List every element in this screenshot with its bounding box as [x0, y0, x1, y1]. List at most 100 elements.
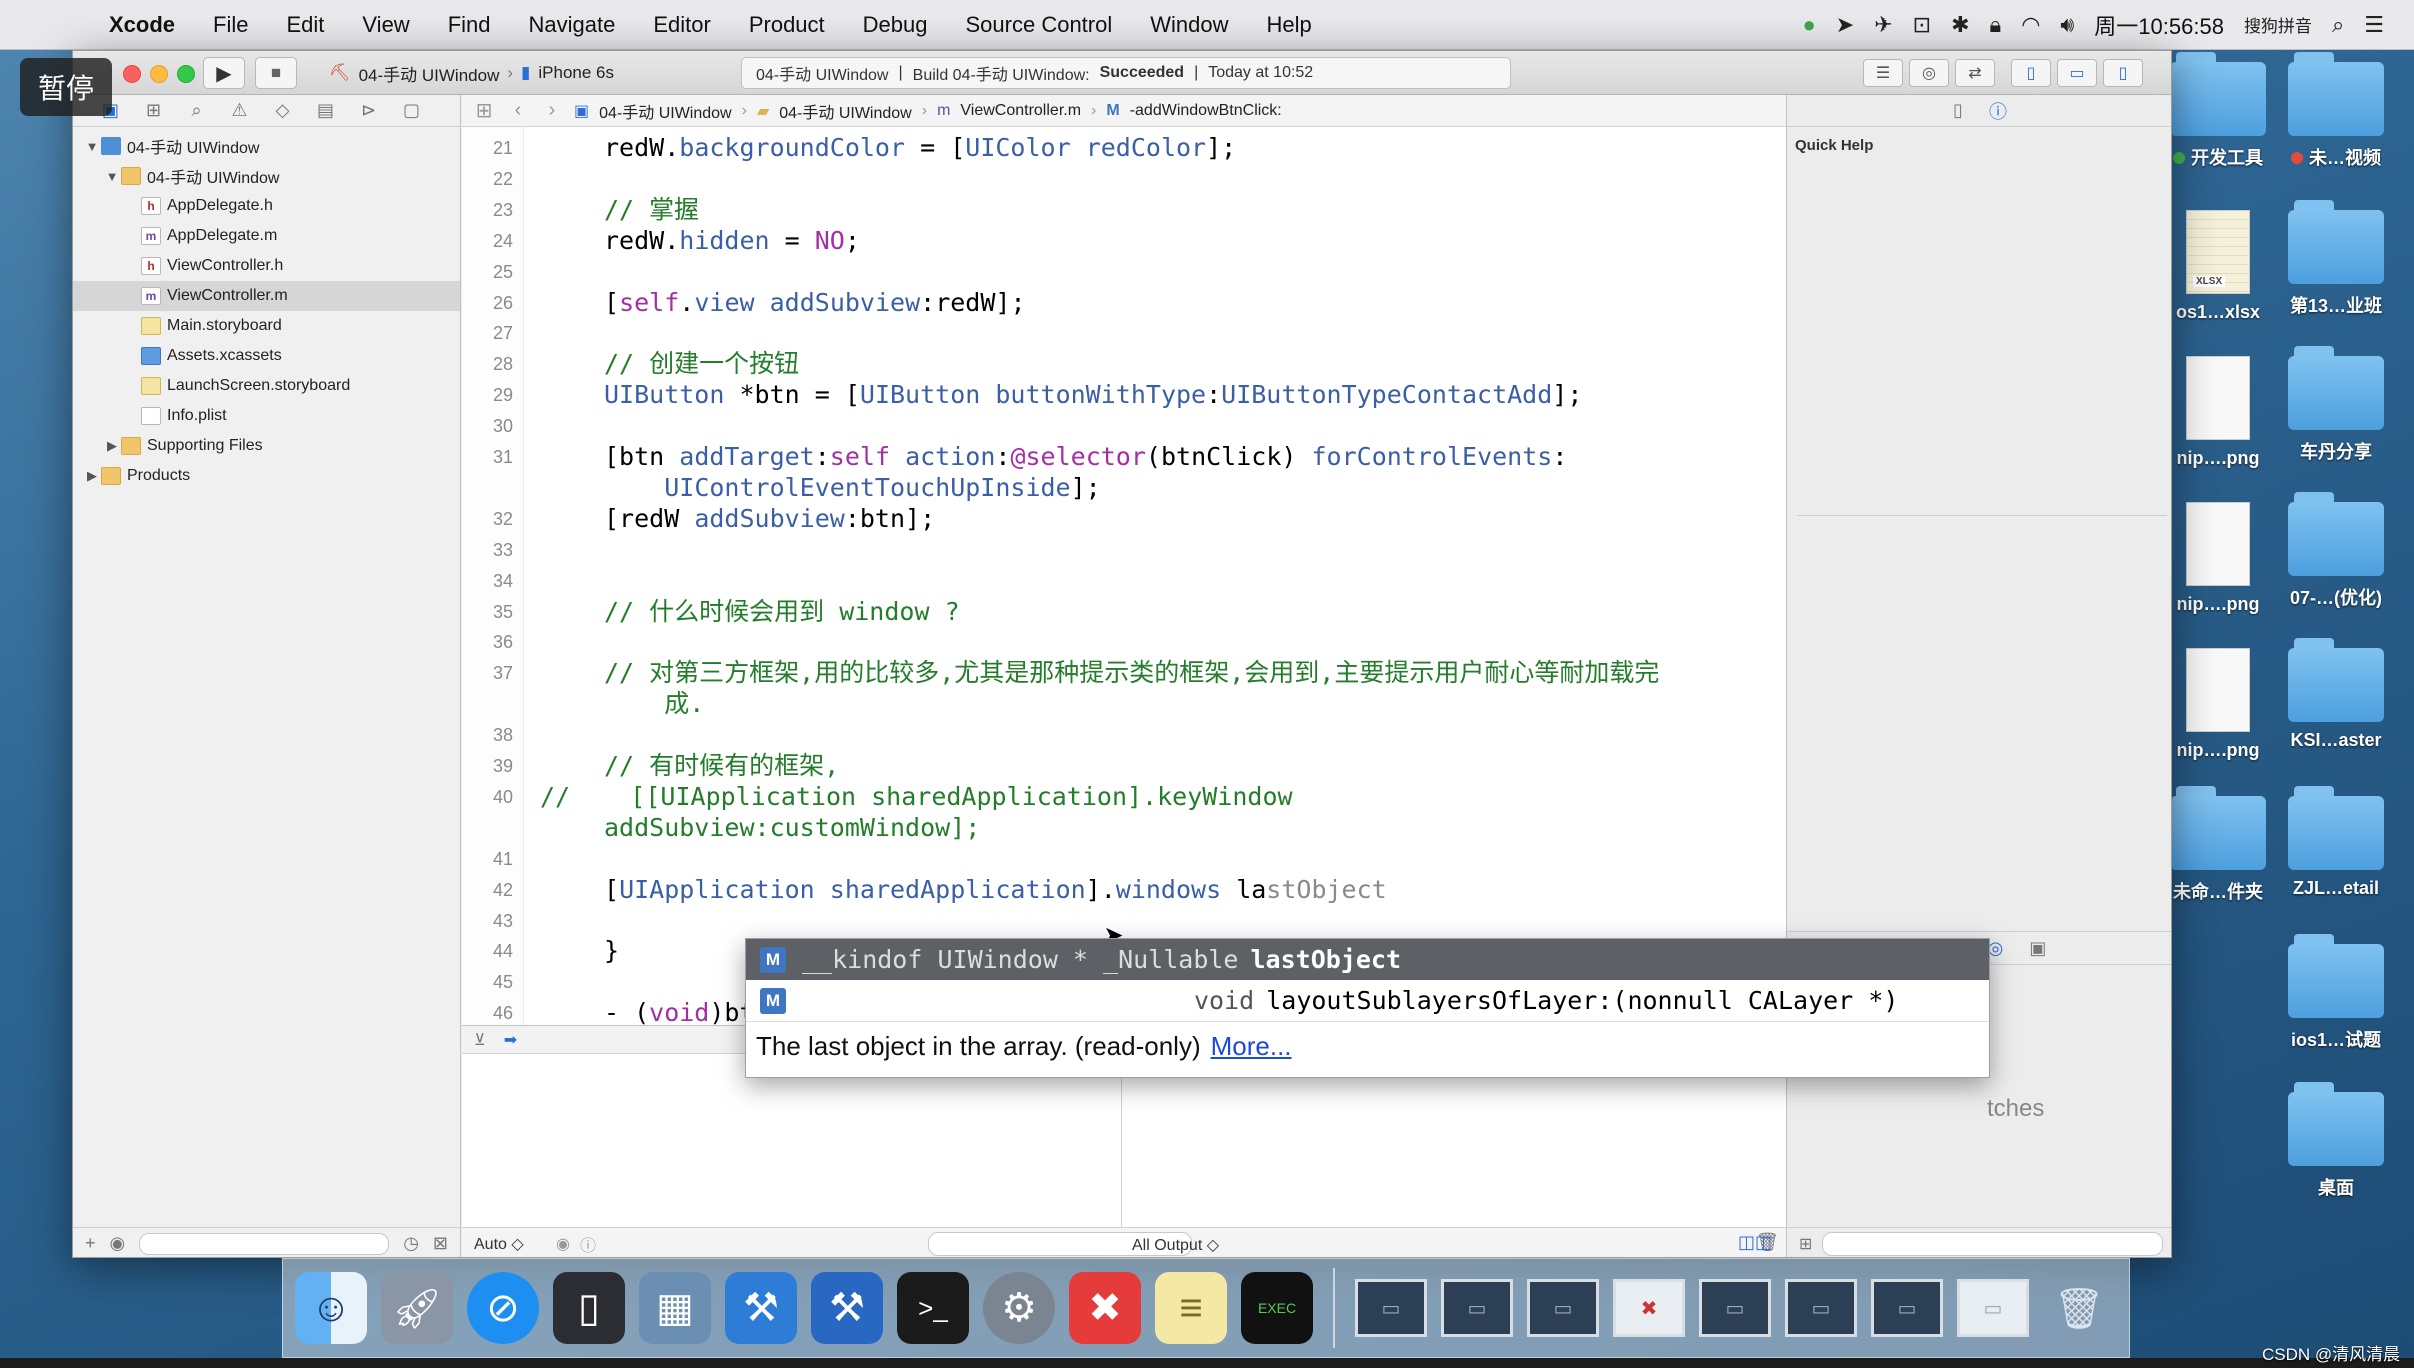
code-line[interactable]: 成.	[604, 689, 704, 719]
screen-record-icon[interactable]: ⊡	[1913, 12, 1931, 38]
menu-find[interactable]: Find	[429, 12, 510, 38]
autocomplete-item[interactable]: M __kindof UIWindow * _Nullable lastObje…	[746, 939, 1989, 980]
wifi-icon[interactable]: ◠	[2021, 12, 2040, 38]
breadcrumb-group[interactable]: 04-手动 UIWindow	[779, 99, 911, 123]
code-line[interactable]: redW.hidden = NO;	[604, 226, 860, 256]
lock-icon[interactable]: 🔒︎	[1990, 12, 2002, 38]
recent-files-icon[interactable]: ◷	[403, 1233, 419, 1254]
menu-clock[interactable]: 周一10:56:58	[2094, 9, 2224, 41]
version-editor-button[interactable]: ⇄	[1955, 59, 1995, 87]
standard-editor-button[interactable]: ☰	[1863, 59, 1903, 87]
notes-icon[interactable]: ≡	[1155, 1272, 1227, 1344]
file-tree-row[interactable]: m ViewController.m	[73, 281, 460, 311]
desktop-icon[interactable]: 桌面	[2276, 1082, 2396, 1200]
library-filter-input[interactable]	[1822, 1231, 2163, 1256]
navigator-filter-input[interactable]	[139, 1232, 390, 1255]
desktop-icon[interactable]: nip….png	[2158, 502, 2278, 615]
code-line[interactable]: addSubview:customWindow];	[604, 813, 980, 843]
finder-icon[interactable]: ☺	[295, 1272, 367, 1344]
code-line[interactable]: UIControlEventTouchUpInside];	[604, 473, 1101, 503]
info-icon[interactable]: ⓘ	[580, 1232, 596, 1256]
safari-icon[interactable]: ⊘	[467, 1272, 539, 1344]
minimized-window-icon[interactable]: ▭	[1699, 1279, 1771, 1337]
autocomplete-item[interactable]: M void layoutSublayersOfLayer:(nonnull C…	[746, 980, 1989, 1021]
desktop-icon[interactable]: 第13…业班	[2276, 200, 2396, 318]
eye-icon[interactable]: ◉	[556, 1234, 570, 1254]
file-tree-row[interactable]: ▶ Products	[73, 461, 460, 491]
code-line[interactable]: // 什么时候会用到 window ?	[604, 597, 960, 627]
zoom-window-button[interactable]	[177, 65, 195, 83]
breadcrumb-project[interactable]: 04-手动 UIWindow	[599, 99, 731, 123]
menu-product[interactable]: Product	[730, 12, 844, 38]
file-tree-row[interactable]: h AppDelegate.h	[73, 191, 460, 221]
scheme-selector[interactable]: ⛏ 04-手动 UIWindow › ▮ iPhone 6s	[329, 58, 614, 88]
launchpad-icon[interactable]: 🚀︎	[381, 1272, 453, 1344]
code-line[interactable]: redW.backgroundColor = [UIColor redColor…	[604, 133, 1236, 163]
airplane-icon[interactable]: ✈	[1874, 12, 1892, 38]
line-number-gutter[interactable]: 21 22 23 24 25 26 27 28 29 30 31 32 33 34 35 36 37 38 39 40…	[462, 127, 524, 1025]
code-line[interactable]: // 掌握	[604, 195, 699, 225]
file-tree-row[interactable]: Main.storyboard	[73, 311, 460, 341]
xcode-icon[interactable]: ⚒	[725, 1272, 797, 1344]
code-line[interactable]: [self.view addSubview:redW];	[604, 288, 1026, 318]
desktop-icon[interactable]: 车丹分享	[2276, 346, 2396, 464]
minimize-window-button[interactable]	[150, 65, 168, 83]
menu-edit[interactable]: Edit	[267, 12, 343, 38]
minimized-window-icon[interactable]: ▭	[1957, 1279, 2029, 1337]
minimized-window-icon[interactable]: ✖	[1613, 1279, 1685, 1337]
menu-view[interactable]: View	[343, 12, 428, 38]
file-tree-row[interactable]: ▶ Supporting Files	[73, 431, 460, 461]
quick-help-icon[interactable]: ⓘ	[1989, 98, 2007, 124]
menu-window[interactable]: Window	[1131, 12, 1247, 38]
code-line[interactable]: UIButton *btn = [UIButton buttonWithType…	[604, 380, 1582, 410]
breakpoints-toggle-icon[interactable]: ➡	[504, 1030, 517, 1050]
back-arrow-icon[interactable]: ‹	[506, 99, 530, 122]
instruments-icon[interactable]: ⚒	[811, 1272, 883, 1344]
minimized-window-icon[interactable]: ▭	[1871, 1279, 1943, 1337]
run-button[interactable]: ▶	[203, 57, 245, 89]
code-line[interactable]: // 创建一个按钮	[604, 349, 799, 379]
desktop-icon[interactable]: 未命…件夹	[2158, 786, 2278, 904]
toggle-navigator-button[interactable]: ▯	[2011, 59, 2051, 87]
more-link[interactable]: More...	[1211, 1031, 1292, 1062]
volume-icon[interactable]: 🔊︎	[2060, 12, 2074, 38]
file-tree-row[interactable]: ▼ 04-手动 UIWindow	[73, 131, 460, 161]
disclosure-open-icon[interactable]: ▼	[83, 139, 101, 154]
terminal-icon[interactable]: >_	[897, 1272, 969, 1344]
minimized-window-icon[interactable]: ▭	[1785, 1279, 1857, 1337]
variables-scope-select[interactable]: Auto ◇	[474, 1234, 544, 1254]
scm-filter-icon[interactable]: ⊠	[433, 1233, 448, 1254]
find-navigator-tab[interactable]: ⌕	[175, 96, 218, 126]
desktop-icon[interactable]: KSI…aster	[2276, 638, 2396, 751]
desktop-icon[interactable]: ZJL…etail	[2276, 786, 2396, 899]
notification-center-icon[interactable]: ☰	[2364, 12, 2384, 38]
file-inspector-icon[interactable]: ▯	[1953, 100, 1963, 121]
file-tree-row[interactable]: LaunchScreen.storyboard	[73, 371, 460, 401]
minimized-window-icon[interactable]: ▭	[1355, 1279, 1427, 1337]
debug-navigator-tab[interactable]: ▤	[304, 96, 347, 126]
xmind-icon[interactable]: ✖	[1069, 1272, 1141, 1344]
media-library-icon[interactable]: ▣	[2029, 938, 2046, 959]
hide-debug-area-icon[interactable]: ⊻	[474, 1030, 486, 1050]
system-preferences-icon[interactable]: ⚙	[983, 1272, 1055, 1344]
input-method-icon[interactable]: 搜狗拼音	[2244, 12, 2312, 37]
breadcrumb-file[interactable]: ViewController.m	[960, 102, 1081, 120]
breakpoint-navigator-tab[interactable]: ⊳	[347, 96, 390, 126]
file-tree-row[interactable]: ▼ 04-手动 UIWindow	[73, 161, 460, 191]
minimized-window-icon[interactable]: ▭	[1527, 1279, 1599, 1337]
code-area[interactable]: 21 22 23 24 25 26 27 28 29 30 31 32 33 34 35 36 37 38 39 40…	[462, 127, 1786, 1027]
file-tree-row[interactable]: Info.plist	[73, 401, 460, 431]
code-line[interactable]: // [[UIApplication sharedApplication].ke…	[540, 782, 1293, 812]
file-tree-row[interactable]: m AppDelegate.m	[73, 221, 460, 251]
mouse-app-icon[interactable]: ▯	[553, 1272, 625, 1344]
preview-icon[interactable]: ▦	[639, 1272, 711, 1344]
menu-navigate[interactable]: Navigate	[510, 12, 635, 38]
bluetooth-icon[interactable]: ✱	[1951, 12, 1969, 38]
assistant-editor-button[interactable]: ◎	[1909, 59, 1949, 87]
location-icon[interactable]: ➤	[1836, 12, 1854, 38]
file-tree-row[interactable]: Assets.xcassets	[73, 341, 460, 371]
code-line[interactable]: [btn addTarget:self action:@selector(btn…	[604, 442, 1567, 472]
desktop-icon[interactable]: 07-…(优化)	[2276, 492, 2396, 610]
toggle-utilities-button[interactable]: ▯	[2103, 59, 2143, 87]
code-line[interactable]: // 有时候有的框架,	[604, 751, 839, 781]
